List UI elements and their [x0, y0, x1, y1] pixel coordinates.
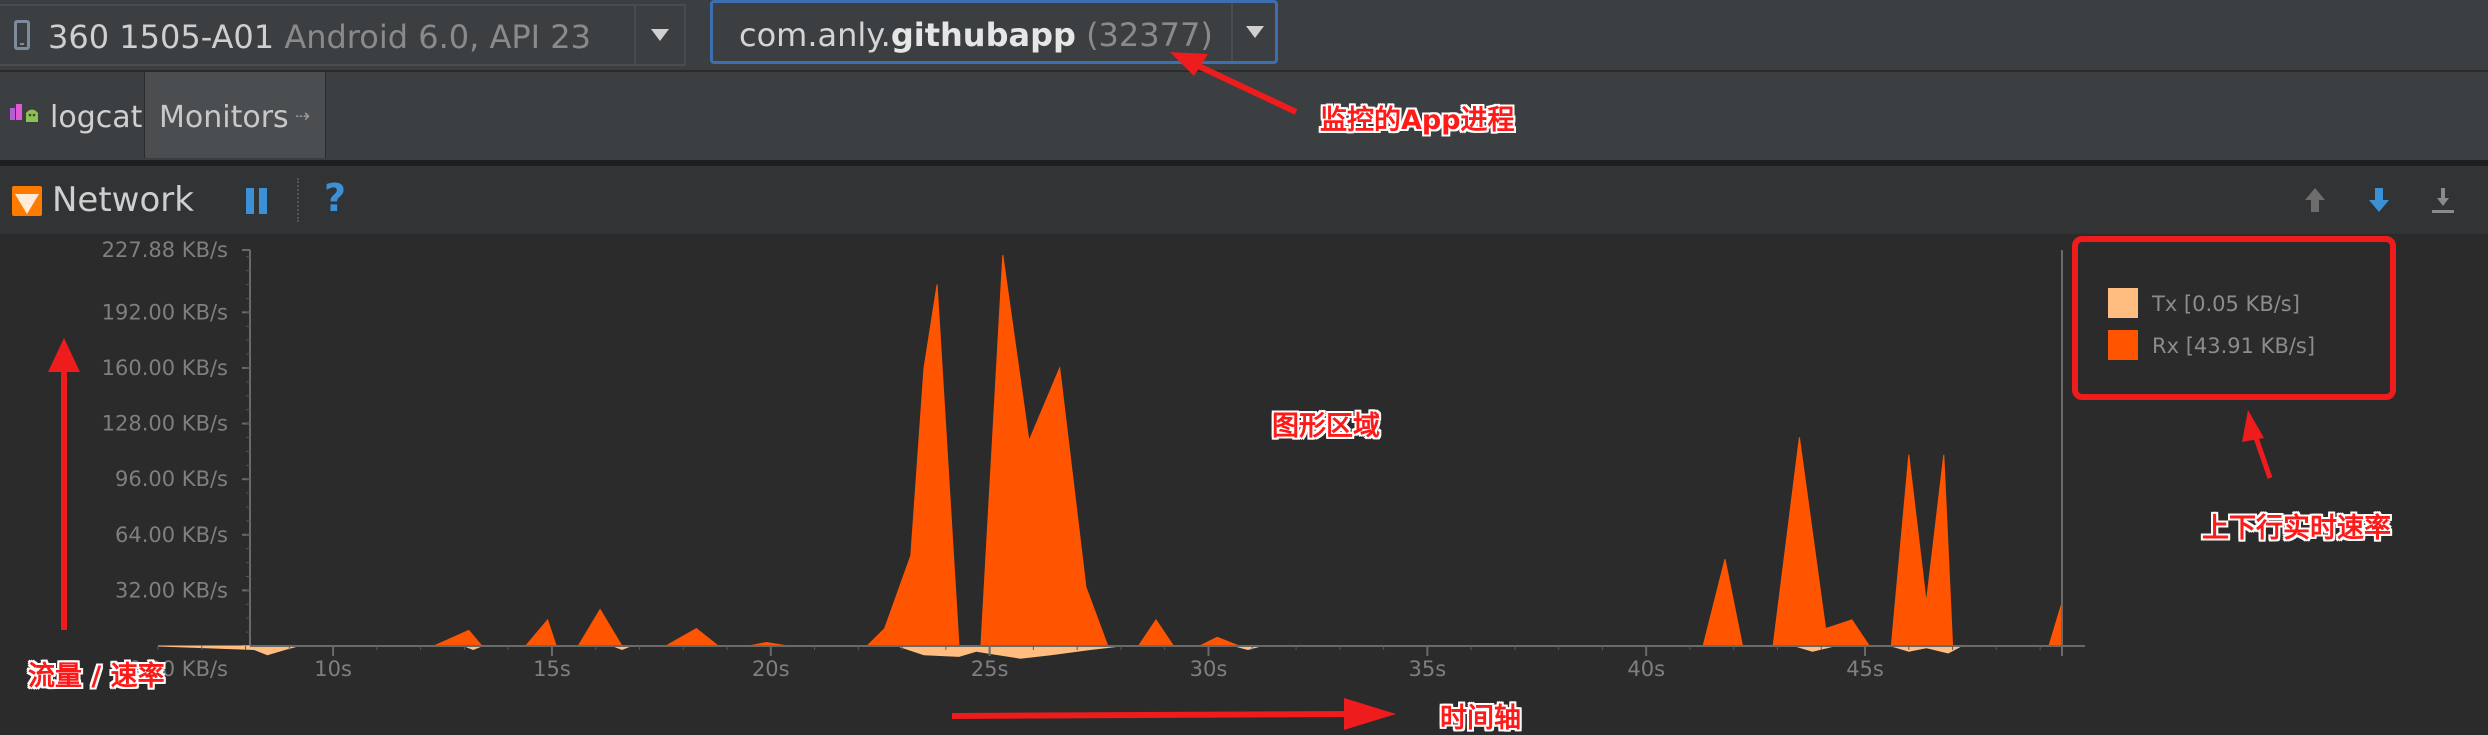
- network-monitor-header: Network ?: [0, 166, 2488, 234]
- device-name: 360 1505-A01: [48, 18, 275, 56]
- help-icon[interactable]: ?: [324, 176, 346, 220]
- chevron-down-icon: [1246, 26, 1264, 38]
- chart-legend: Tx [0.05 KB/s] Rx [43.91 KB/s]: [2072, 236, 2396, 400]
- x-tick-label: 45s: [1846, 657, 1884, 681]
- arrow-up-icon[interactable]: [2300, 184, 2330, 216]
- tool-tab-bar: logcat Monitors ⇢: [0, 72, 2488, 160]
- x-tick-label: 15s: [533, 657, 571, 681]
- y-tick-label: 227.88 KB/s: [102, 238, 228, 262]
- annotation-chart-area: 图形区域: [1272, 411, 1380, 442]
- pin-icon[interactable]: ⇢: [295, 106, 310, 127]
- device-toolbar: 360 1505-A01 Android 6.0, API 23 com.anl…: [0, 0, 2488, 72]
- export-icon[interactable]: [2428, 184, 2458, 216]
- process-package-prefix: com.anly.: [739, 16, 891, 54]
- legend-label-rx: Rx [43.91 KB/s]: [2152, 334, 2316, 358]
- annotation-realtime-rate: 上下行实时速率: [2202, 513, 2391, 544]
- process-dropdown-button[interactable]: [1231, 3, 1277, 61]
- y-tick-label: 192.00 KB/s: [102, 300, 228, 324]
- chevron-down-icon: [651, 29, 669, 41]
- annotation-process: 监控的App进程: [1320, 105, 1515, 136]
- x-tick-label: 20s: [752, 657, 790, 681]
- annotation-rate: 流量 / 速率: [28, 661, 165, 692]
- x-tick-label: 30s: [1190, 657, 1228, 681]
- x-tick-label: 40s: [1627, 657, 1665, 681]
- process-label: com.anly.githubapp (32377): [739, 16, 1213, 54]
- legend-swatch-tx: [2108, 288, 2138, 318]
- device-label: 360 1505-A01 Android 6.0, API 23: [48, 18, 591, 56]
- series-area-rx: [158, 254, 2063, 647]
- y-tick-label: 160.00 KB/s: [102, 356, 228, 380]
- x-tick-label: 10s: [314, 657, 352, 681]
- device-dropdown-button[interactable]: [634, 6, 684, 64]
- process-selector[interactable]: com.anly.githubapp (32377): [710, 0, 1278, 64]
- device-selector[interactable]: 360 1505-A01 Android 6.0, API 23: [0, 4, 686, 66]
- monitor-title: Network: [52, 180, 194, 220]
- phone-icon: [14, 20, 30, 50]
- process-package-bold: githubapp: [890, 16, 1076, 54]
- x-tick-label: 35s: [1408, 657, 1446, 681]
- x-tick-label: 25s: [971, 657, 1009, 681]
- annotation-time-axis: 时间轴: [1440, 703, 1521, 734]
- android-icon: [10, 104, 38, 122]
- legend-swatch-rx: [2108, 330, 2138, 360]
- y-tick-label: 64.00 KB/s: [115, 523, 228, 547]
- network-monitor-icon: [12, 186, 42, 216]
- tab-monitors-label: Monitors: [159, 100, 289, 135]
- pause-icon[interactable]: [246, 188, 268, 214]
- legend-label-tx: Tx [0.05 KB/s]: [2152, 292, 2300, 316]
- tab-monitors[interactable]: Monitors ⇢: [144, 72, 326, 158]
- tab-logcat[interactable]: logcat: [0, 72, 142, 158]
- device-os: Android 6.0, API 23: [284, 18, 591, 56]
- y-tick-label: 32.00 KB/s: [115, 578, 228, 602]
- toolbar-divider: [297, 178, 299, 222]
- y-tick-label: 128.00 KB/s: [102, 412, 228, 436]
- series-area-tx: [157, 645, 2062, 659]
- process-pid: (32377): [1086, 16, 1213, 54]
- arrow-down-icon[interactable]: [2364, 184, 2394, 216]
- y-tick-label: 96.00 KB/s: [115, 467, 228, 491]
- tab-logcat-label: logcat: [50, 100, 143, 135]
